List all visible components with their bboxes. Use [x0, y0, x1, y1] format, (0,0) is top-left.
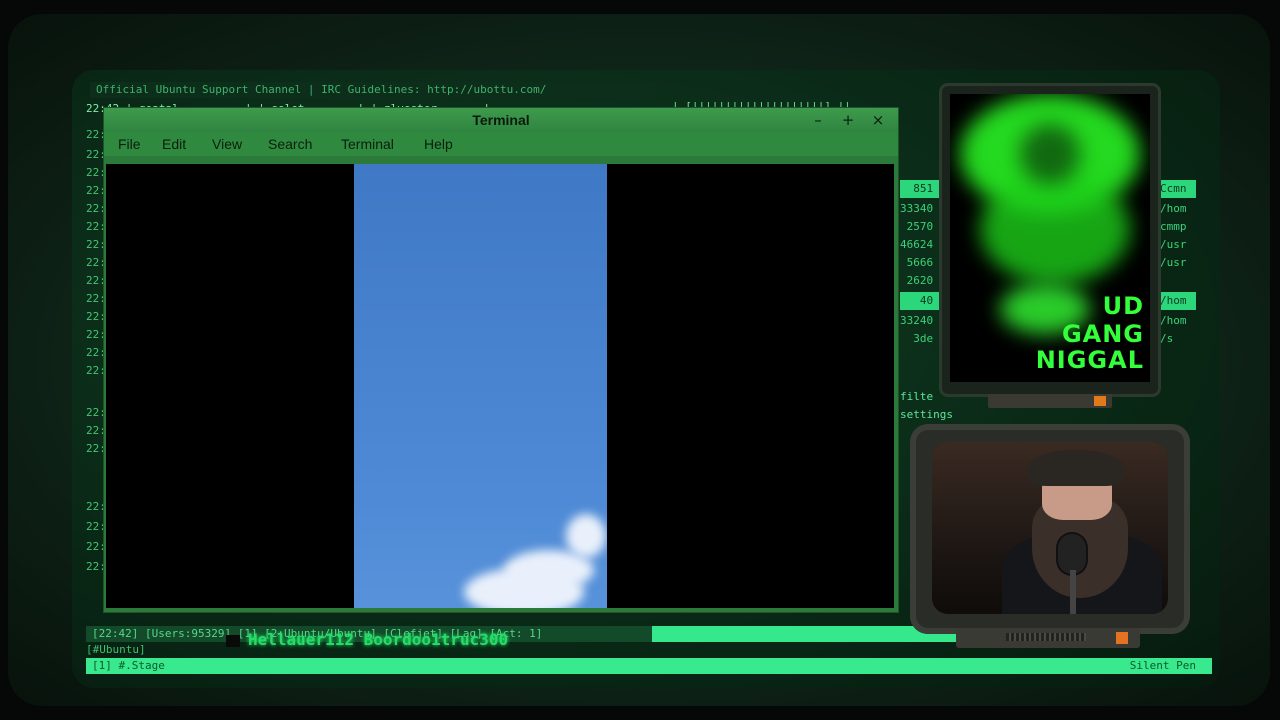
cloud-shape — [464, 568, 584, 608]
speaker-grill — [1006, 633, 1086, 641]
webcam-tv-frame — [910, 424, 1190, 634]
art-text-line3: NIGGAL — [1035, 346, 1144, 374]
maximize-button[interactable]: + — [838, 110, 858, 130]
process-row: 5666 — [900, 256, 934, 269]
microphone-icon — [1058, 534, 1086, 574]
menu-file[interactable]: File — [118, 132, 141, 156]
process-command: /usr — [1160, 238, 1187, 251]
process-row: 33240 — [900, 314, 934, 327]
donation-ticker: Hellauer112 Boordoo1truc300 — [226, 630, 508, 649]
menu-view[interactable]: View — [212, 132, 242, 156]
process-command: /s — [1160, 332, 1174, 345]
donor-name: Hellauer112 — [248, 630, 354, 649]
album-art: UD GANG NIGGAL — [950, 94, 1150, 382]
process-command: /hom — [1160, 292, 1196, 310]
process-command: /hom — [1160, 314, 1187, 327]
terminal-window[interactable]: Terminal – + × File Edit View Search Ter… — [104, 108, 898, 612]
terminal-body[interactable] — [106, 164, 894, 608]
process-row: 33340 — [900, 202, 934, 215]
process-row: 2620 — [900, 274, 934, 287]
donation-message: Boordoo1truc — [363, 630, 480, 649]
album-art-stand — [988, 394, 1112, 408]
menu-search[interactable]: Search — [268, 132, 312, 156]
menu-edit[interactable]: Edit — [162, 132, 186, 156]
mic-stand — [1070, 570, 1076, 614]
donation-icon — [226, 634, 240, 647]
terminal-title: Terminal — [472, 112, 530, 128]
video-player-sky[interactable] — [354, 164, 607, 608]
irc-topic: Official Ubuntu Support Channel | IRC Gu… — [90, 82, 656, 98]
process-row: 40 — [900, 292, 940, 310]
settings-label: settings — [900, 408, 953, 421]
art-text-line2: GANG — [1061, 320, 1144, 348]
album-art-frame: UD GANG NIGGAL — [942, 86, 1158, 394]
art-text-line1: UD — [1102, 292, 1144, 320]
webcam-tv-stand — [956, 628, 1140, 648]
donation-amount: 300 — [479, 630, 509, 649]
streamer-hair — [1028, 450, 1124, 486]
power-led-icon — [1116, 632, 1128, 644]
process-command: cmmp — [1160, 220, 1187, 233]
process-command: Ccmn — [1160, 180, 1196, 198]
process-row: 3de — [900, 332, 934, 345]
process-command: /usr — [1160, 256, 1187, 269]
close-button[interactable]: × — [868, 110, 888, 130]
terminal-titlebar[interactable]: Terminal – + × — [104, 108, 898, 132]
irc-window-bar-right: Silent Pen — [1129, 659, 1196, 672]
process-row: 2570 — [900, 220, 934, 233]
menu-terminal[interactable]: Terminal — [341, 132, 394, 156]
process-row: 46624 — [900, 238, 934, 251]
irc-window-bar: [1] #.Stage — [86, 658, 1212, 674]
webcam-feed — [932, 442, 1168, 614]
minimize-button[interactable]: – — [808, 110, 828, 130]
filter-label: filte — [900, 390, 934, 403]
power-led-icon — [1094, 396, 1106, 406]
process-row: 851 — [900, 180, 940, 198]
terminal-menubar: File Edit View Search Terminal Help — [104, 132, 898, 156]
menu-help[interactable]: Help — [424, 132, 453, 156]
cloud-shape — [566, 514, 606, 558]
process-command: /hom — [1160, 202, 1187, 215]
